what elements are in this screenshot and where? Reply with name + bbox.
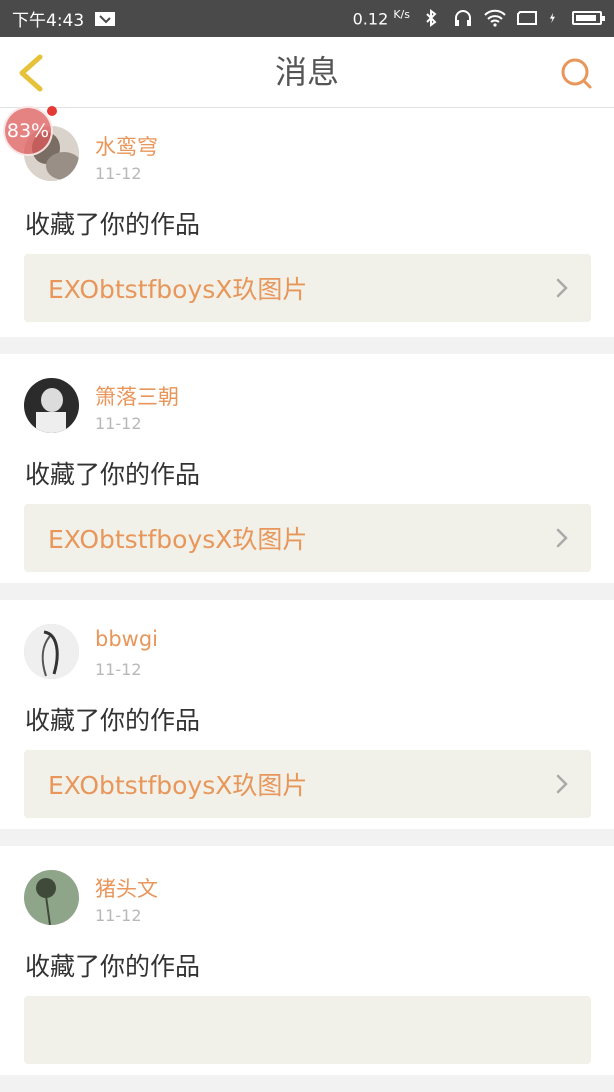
notification-icon [95,11,116,26]
search-icon[interactable] [558,55,594,91]
battery-icon [572,11,605,26]
message-item: 猪头文 11-12 收藏了你的作品 [0,846,614,1075]
app-header: 消息 [0,37,614,108]
message-item: bbwgi 11-12 收藏了你的作品 EXObtstfboysX玖图片 [0,600,614,829]
work-title: EXObtstfboysX玖图片 [48,771,308,800]
work-title: EXObtstfboysX玖图片 [48,275,308,304]
work-link[interactable]: EXObtstfboysX玖图片 [24,504,591,572]
work-link[interactable]: EXObtstfboysX玖图片 [24,750,591,818]
avatar-image [24,870,79,925]
username[interactable]: bbwgi [95,627,158,651]
message-item: 水鸾穹 11-12 收藏了你的作品 EXObtstfboysX玖图片 [0,108,614,337]
charging-icon [549,13,555,24]
bluetooth-icon [426,9,437,28]
message-date: 11-12 [95,164,142,183]
avatar-image [24,378,79,433]
chevron-right-icon [556,774,568,794]
avatar[interactable] [24,870,79,925]
work-link[interactable] [24,996,591,1064]
floating-badge[interactable]: 83% [3,106,53,156]
badge-text: 83% [6,120,50,142]
username[interactable]: 猪头文 [95,873,158,903]
status-bar: 下午4:43 0.12 K/s [0,0,614,37]
work-title: EXObtstfboysX玖图片 [48,525,308,554]
wifi-icon [484,10,506,28]
avatar[interactable] [24,624,79,679]
work-link[interactable]: EXObtstfboysX玖图片 [24,254,591,322]
message-date: 11-12 [95,414,142,433]
message-action: 收藏了你的作品 [25,706,201,735]
username[interactable]: 箫落三朝 [95,381,179,411]
avatar[interactable] [24,378,79,433]
message-date: 11-12 [95,906,142,925]
chevron-right-icon [556,278,568,298]
status-time: 下午4:43 [12,11,85,31]
screen-icon [517,11,537,26]
username[interactable]: 水鸾穹 [95,131,158,161]
avatar-image [24,624,79,679]
chevron-right-icon [556,528,568,548]
message-item: 箫落三朝 11-12 收藏了你的作品 EXObtstfboysX玖图片 [0,354,614,583]
network-speed: 0.12 K/s [352,8,410,29]
notification-dot [47,106,57,116]
message-action: 收藏了你的作品 [25,460,201,489]
message-date: 11-12 [95,660,142,679]
message-list: 水鸾穹 11-12 收藏了你的作品 EXObtstfboysX玖图片 箫落三朝 … [0,108,614,1092]
message-action: 收藏了你的作品 [25,952,201,981]
page-title: 消息 [274,53,339,91]
message-action: 收藏了你的作品 [25,210,201,239]
headphones-icon [455,10,471,27]
